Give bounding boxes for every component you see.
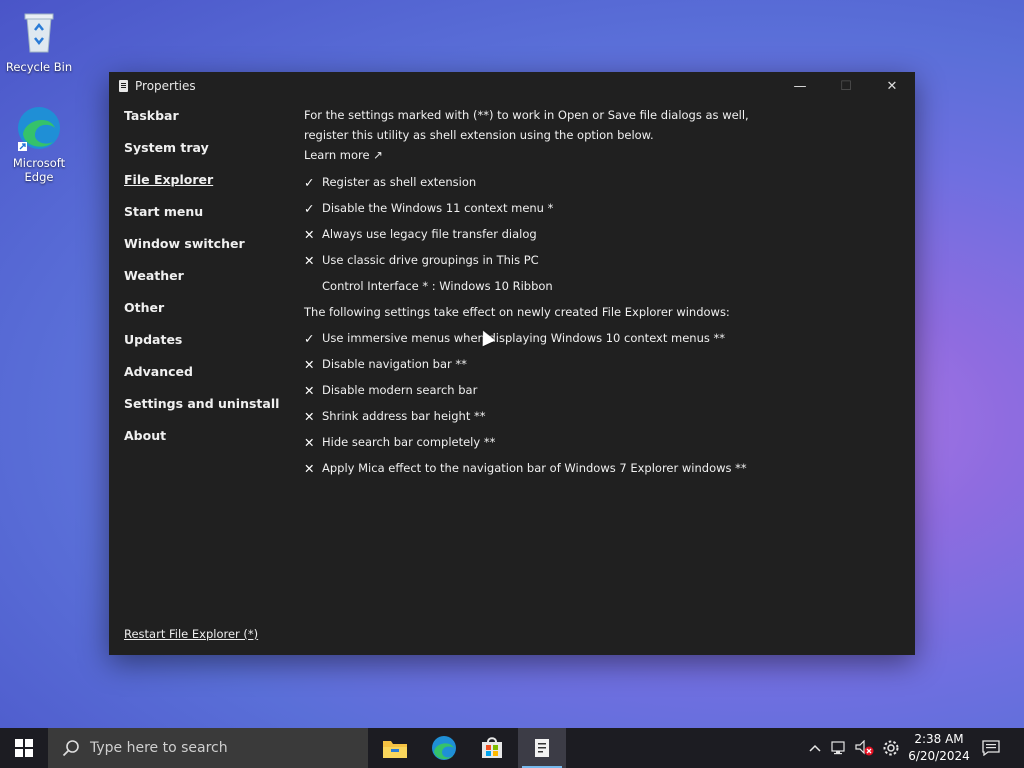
sidebar-item-about[interactable]: About xyxy=(124,422,294,454)
control-interface-label: Control Interface * : Windows 10 Ribbon xyxy=(322,279,553,293)
option-disable-win11-context-menu[interactable]: ✓ Disable the Windows 11 context menu * xyxy=(304,195,894,221)
option-label: Use immersive menus when displaying Wind… xyxy=(322,331,726,345)
option-label: Apply Mica effect to the navigation bar … xyxy=(322,461,747,475)
edge-desktop-icon[interactable]: Microsoft Edge xyxy=(4,104,74,184)
file-explorer-icon xyxy=(383,741,407,758)
option-immersive-menus[interactable]: ✓ Use immersive menus when displaying Wi… xyxy=(304,325,894,351)
show-hidden-icons-button[interactable] xyxy=(804,728,826,768)
option-mica-effect[interactable]: ✕ Apply Mica effect to the navigation ba… xyxy=(304,455,894,481)
option-label: Disable the Windows 11 context menu * xyxy=(322,201,554,215)
sidebar-item-taskbar[interactable]: Taskbar xyxy=(124,102,294,134)
windows-logo-icon xyxy=(15,739,33,757)
check-icon: ✓ xyxy=(304,174,315,190)
network-status-button[interactable] xyxy=(828,728,850,768)
cross-icon: ✕ xyxy=(304,226,315,242)
network-icon xyxy=(831,741,845,755)
search-placeholder: Type here to search xyxy=(90,740,228,756)
settings-tray-button[interactable] xyxy=(879,728,903,768)
properties-app-icon xyxy=(119,80,128,92)
option-label: Disable navigation bar ** xyxy=(322,357,467,371)
learn-more-link[interactable]: Learn more ↗ xyxy=(304,145,894,165)
option-classic-drive-groupings[interactable]: ✕ Use classic drive groupings in This PC xyxy=(304,247,894,273)
option-shrink-address-bar[interactable]: ✕ Shrink address bar height ** xyxy=(304,403,894,429)
clock-time: 2:38 AM xyxy=(914,732,964,746)
volume-muted-icon xyxy=(855,740,874,756)
store-icon xyxy=(482,737,502,758)
option-label: Shrink address bar height ** xyxy=(322,409,486,423)
cross-icon: ✕ xyxy=(304,434,315,450)
option-disable-modern-search-bar[interactable]: ✕ Disable modern search bar xyxy=(304,377,894,403)
taskbar-search-box[interactable]: Type here to search xyxy=(48,728,368,768)
start-button[interactable] xyxy=(0,728,48,768)
cross-icon: ✕ xyxy=(304,356,315,372)
cross-icon: ✕ xyxy=(304,408,315,424)
close-button[interactable]: ✕ xyxy=(869,72,915,100)
sidebar-item-system-tray[interactable]: System tray xyxy=(124,134,294,166)
intro-text: For the settings marked with (**) to wor… xyxy=(304,108,749,142)
option-label: Register as shell extension xyxy=(322,175,477,189)
taskbar-store[interactable] xyxy=(468,728,516,768)
sidebar-item-other[interactable]: Other xyxy=(124,294,294,326)
volume-button[interactable] xyxy=(852,728,876,768)
option-label: Always use legacy file transfer dialog xyxy=(322,227,537,241)
taskbar-file-explorer[interactable] xyxy=(371,728,419,768)
settings-content: For the settings marked with (**) to wor… xyxy=(304,105,894,481)
option-label: Hide search bar completely ** xyxy=(322,435,496,449)
edge-icon xyxy=(432,736,456,760)
taskbar-clock[interactable]: 2:38 AM 6/20/2024 xyxy=(905,731,973,765)
option-legacy-file-transfer[interactable]: ✕ Always use legacy file transfer dialog xyxy=(304,221,894,247)
taskbar: Type here to search 2:38 AM 6/20/2024 xyxy=(0,728,1024,768)
option-register-shell-extension[interactable]: ✓ Register as shell extension xyxy=(304,169,894,195)
sidebar-item-start-menu[interactable]: Start menu xyxy=(124,198,294,230)
check-icon: ✓ xyxy=(304,330,315,346)
cross-icon: ✕ xyxy=(304,460,315,476)
sidebar-item-advanced[interactable]: Advanced xyxy=(124,358,294,390)
search-icon xyxy=(62,740,79,757)
gear-icon xyxy=(883,740,899,756)
maximize-button[interactable]: ☐ xyxy=(823,72,869,100)
option-hide-search-bar[interactable]: ✕ Hide search bar completely ** xyxy=(304,429,894,455)
sidebar-item-weather[interactable]: Weather xyxy=(124,262,294,294)
properties-window: Properties — ☐ ✕ Taskbar System tray Fil… xyxy=(109,72,915,655)
recycle-bin-desktop-icon[interactable]: Recycle Bin xyxy=(4,8,74,74)
properties-app-icon xyxy=(535,739,549,757)
chevron-up-icon xyxy=(809,744,821,752)
option-label: Disable modern search bar xyxy=(322,383,478,397)
sidebar-item-updates[interactable]: Updates xyxy=(124,326,294,358)
taskbar-edge[interactable] xyxy=(420,728,468,768)
cross-icon: ✕ xyxy=(304,382,315,398)
edge-icon xyxy=(15,104,63,152)
window-title: Properties xyxy=(135,79,196,93)
recycle-bin-icon xyxy=(15,8,63,56)
window-titlebar[interactable]: Properties — ☐ ✕ xyxy=(109,72,915,100)
sidebar-item-window-switcher[interactable]: Window switcher xyxy=(124,230,294,262)
cross-icon: ✕ xyxy=(304,252,315,268)
restart-file-explorer-link[interactable]: Restart File Explorer (*) xyxy=(124,627,258,641)
action-center-button[interactable] xyxy=(978,728,1004,768)
edge-label: Microsoft Edge xyxy=(12,156,66,184)
sidebar-nav: Taskbar System tray File Explorer Start … xyxy=(124,102,294,454)
section-note: The following settings take effect on ne… xyxy=(304,305,730,319)
recycle-bin-label: Recycle Bin xyxy=(5,60,73,74)
sidebar-item-file-explorer[interactable]: File Explorer xyxy=(124,166,294,198)
minimize-button[interactable]: — xyxy=(777,72,823,100)
option-label: Use classic drive groupings in This PC xyxy=(322,253,539,267)
clock-date: 6/20/2024 xyxy=(908,749,970,763)
taskbar-properties-app[interactable] xyxy=(518,728,566,768)
check-icon: ✓ xyxy=(304,200,315,216)
control-interface-setting[interactable]: Control Interface * : Windows 10 Ribbon xyxy=(304,273,894,299)
sidebar-item-settings-and-uninstall[interactable]: Settings and uninstall xyxy=(124,390,294,422)
notification-icon xyxy=(982,740,1000,756)
option-disable-navigation-bar[interactable]: ✕ Disable navigation bar ** xyxy=(304,351,894,377)
